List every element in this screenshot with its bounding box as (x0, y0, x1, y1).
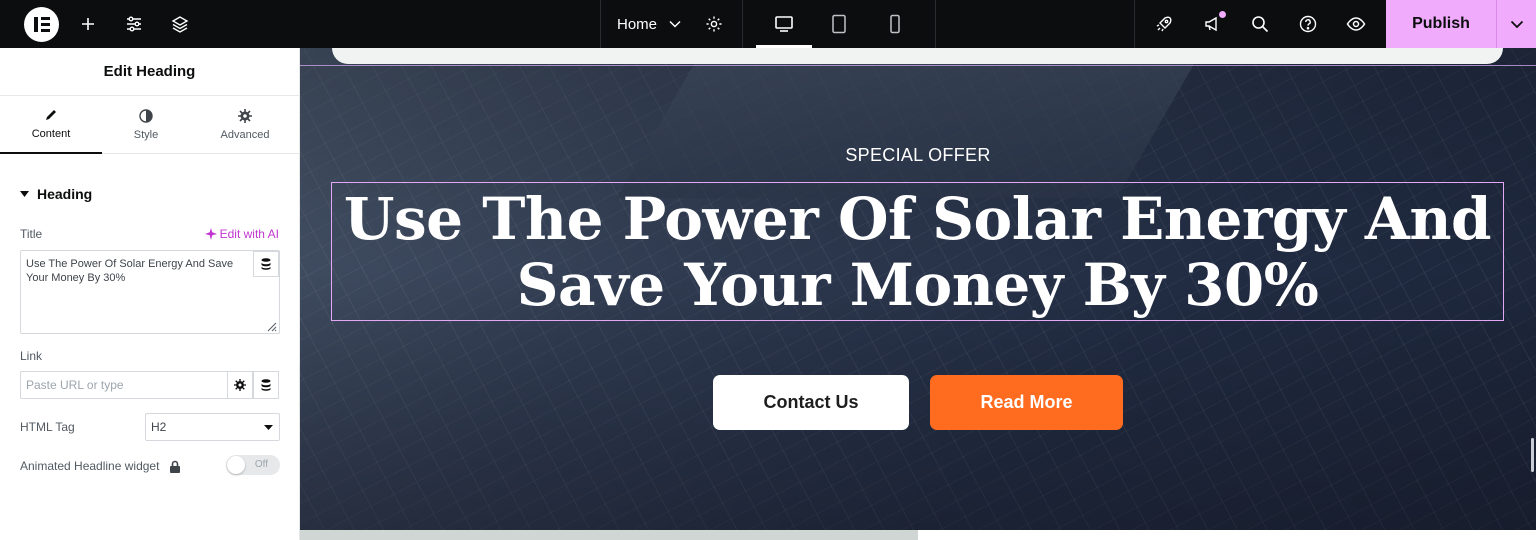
ai-sparkle-icon (204, 228, 217, 240)
contact-us-button[interactable]: Contact Us (713, 375, 909, 430)
chevron-down-icon (1510, 20, 1523, 28)
announcements-megaphone-icon[interactable] (1198, 0, 1226, 48)
lock-icon (170, 460, 181, 473)
special-offer-text[interactable]: SPECIAL OFFER (300, 145, 1536, 166)
contrast-icon (139, 109, 153, 123)
tab-content-label: Content (31, 128, 71, 140)
chevron-down-icon (669, 20, 681, 28)
desktop-device-icon[interactable] (756, 0, 812, 48)
tab-style-label: Style (133, 129, 159, 141)
database-icon (261, 258, 271, 270)
gear-icon (238, 109, 252, 123)
hero-heading[interactable]: Use The Power Of Solar Energy And Save Y… (343, 184, 1492, 319)
structure-layers-icon[interactable] (164, 0, 196, 48)
mobile-device-icon[interactable] (882, 0, 908, 48)
help-icon[interactable] (1294, 0, 1322, 48)
html-tag-select[interactable]: H2 (145, 413, 280, 441)
animated-headline-toggle[interactable]: Off (226, 455, 280, 475)
tab-advanced-label: Advanced (220, 129, 270, 141)
section-guide-line (300, 65, 1536, 66)
tab-advanced[interactable]: Advanced (195, 96, 295, 154)
animated-headline-row: Animated Headline widget (20, 459, 181, 473)
pencil-icon (46, 110, 56, 120)
dynamic-tags-button[interactable] (253, 251, 279, 277)
panel-tabs: Content Style Advanced (0, 96, 299, 154)
tab-content[interactable]: Content (0, 96, 102, 154)
rocket-icon[interactable] (1150, 0, 1178, 48)
link-url-input[interactable]: Paste URL or type (20, 371, 228, 399)
html-tag-label: HTML Tag (20, 420, 75, 434)
site-settings-icon[interactable] (118, 0, 150, 48)
search-icon[interactable] (1246, 0, 1274, 48)
add-element-icon[interactable] (72, 0, 104, 48)
selected-heading-widget[interactable]: Use The Power Of Solar Energy And Save Y… (331, 182, 1504, 321)
page-name: Home (617, 15, 658, 33)
panel-title: Edit Heading (0, 48, 299, 96)
resize-handle-icon[interactable] (265, 320, 277, 332)
edit-with-ai-link[interactable]: Edit with AI (204, 227, 279, 241)
canvas-scrollbar[interactable] (1531, 438, 1534, 472)
database-icon (261, 379, 271, 391)
read-more-button[interactable]: Read More (930, 375, 1123, 430)
edit-with-ai-label: Edit with AI (219, 227, 279, 241)
next-section-white-strip (918, 530, 1536, 540)
title-label: Title (20, 227, 43, 241)
link-dynamic-tags-button[interactable] (253, 371, 279, 399)
hero-heading-line-1: Use The Power Of Solar Energy And (343, 184, 1492, 253)
section-title: Heading (37, 186, 93, 202)
toggle-knob (227, 456, 245, 474)
site-header-strip (332, 48, 1503, 64)
caret-down-icon (264, 424, 273, 430)
notification-dot (1219, 11, 1226, 18)
link-options-button[interactable] (227, 371, 253, 399)
link-label: Link (20, 349, 43, 363)
hero-heading-line-2: Save Your Money By 30% (516, 250, 1319, 319)
tablet-device-icon[interactable] (826, 0, 852, 48)
animated-headline-label: Animated Headline widget (20, 459, 160, 473)
page-selector[interactable]: Home (601, 0, 693, 48)
page-settings-gear-icon[interactable] (700, 0, 728, 48)
caret-down-icon (20, 191, 29, 197)
heading-section-toggle[interactable]: Heading (20, 186, 92, 202)
gear-icon (234, 379, 246, 391)
publish-button[interactable]: Publish (1386, 0, 1496, 48)
title-textarea[interactable]: Use The Power Of Solar Energy And Save Y… (20, 250, 280, 334)
publish-options-button[interactable] (1496, 0, 1536, 48)
background-roof-shape (616, 48, 1204, 198)
toggle-state-label: Off (254, 459, 268, 470)
html-tag-value: H2 (151, 420, 167, 434)
tab-style[interactable]: Style (96, 96, 196, 154)
editor-topbar: Home Publish (0, 0, 1536, 48)
next-section-image-strip (300, 530, 918, 540)
elementor-logo-icon[interactable] (24, 7, 59, 42)
preview-eye-icon[interactable] (1342, 0, 1370, 48)
edit-panel: Edit Heading Content Style Advanced Head… (0, 48, 300, 540)
editor-canvas: SPECIAL OFFER Use The Power Of Solar Ene… (300, 48, 1536, 540)
